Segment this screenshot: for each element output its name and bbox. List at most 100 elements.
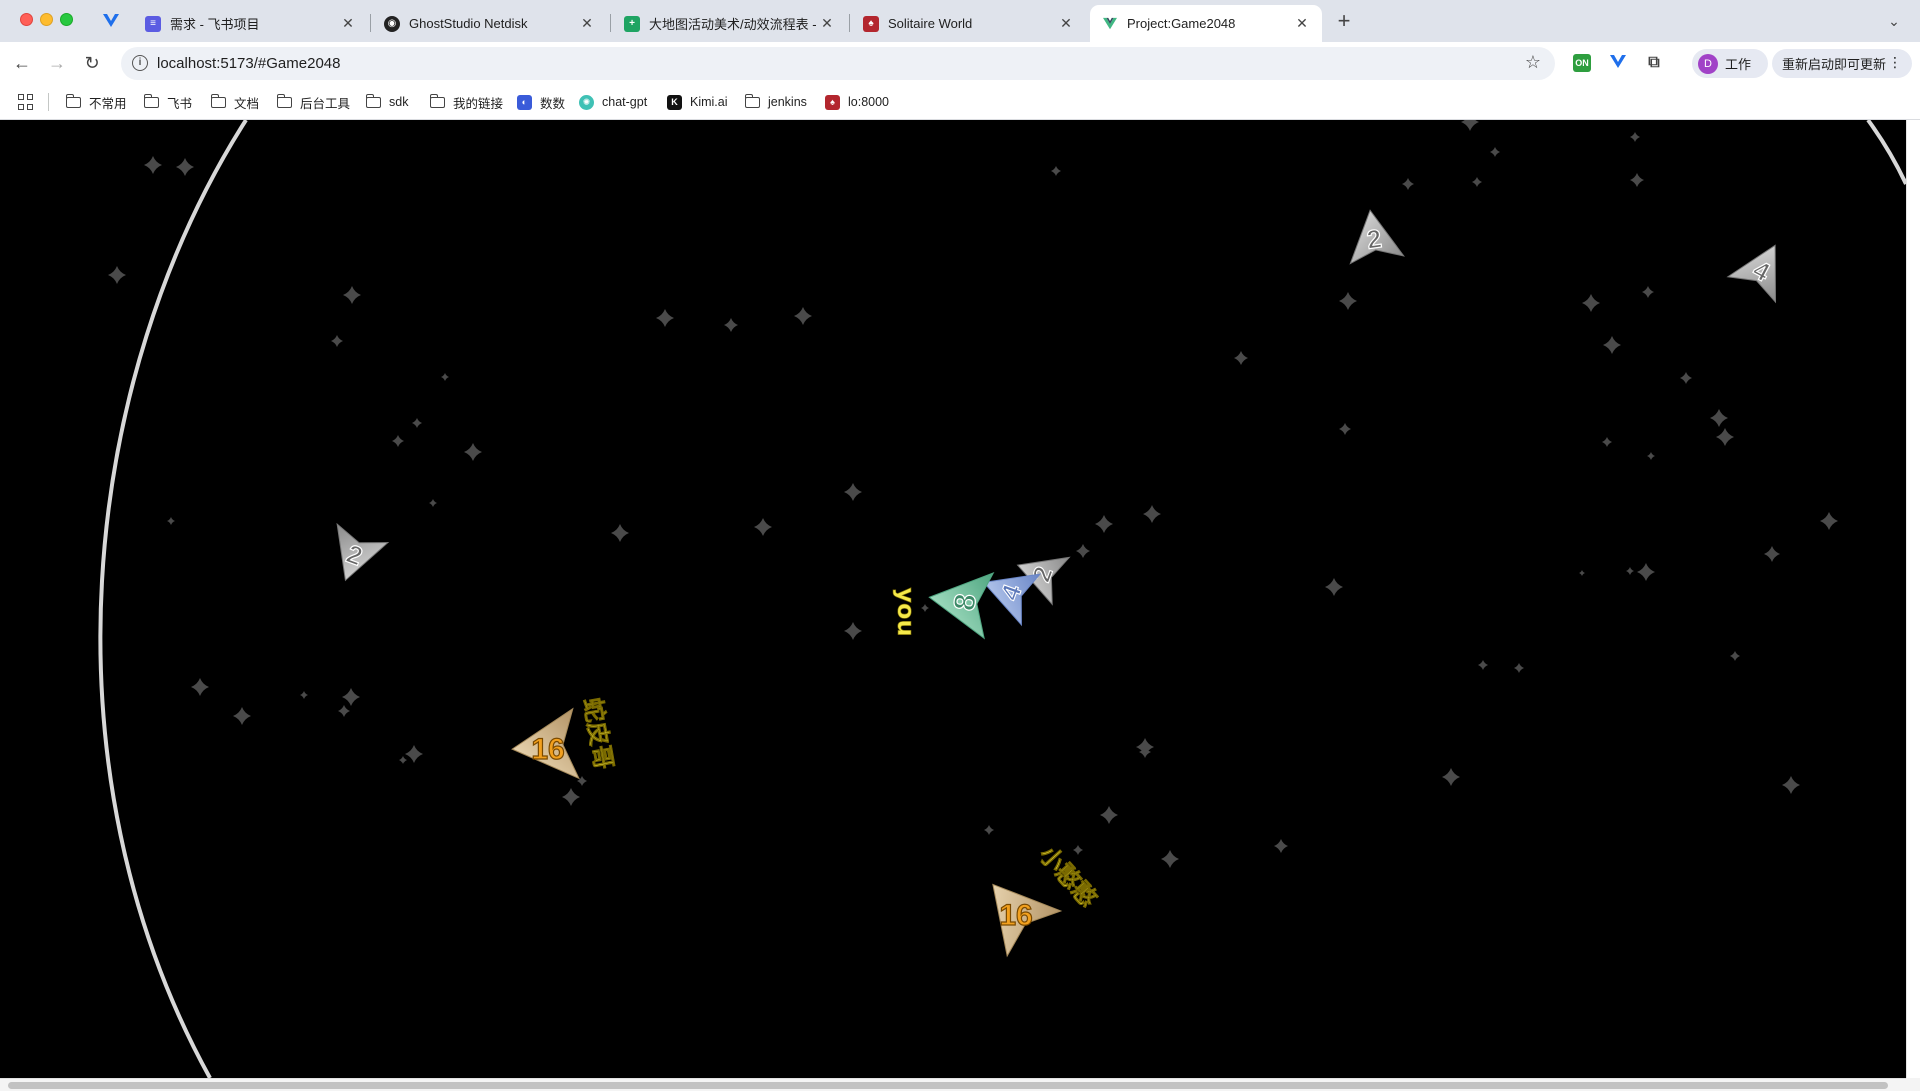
extension-vue-icon[interactable]: [1609, 54, 1627, 72]
star-sparkle: [144, 156, 162, 174]
game-canvas[interactable]: 2 4 2 2 4 8 you 16 蛇皮哥 16 小憨憨: [0, 120, 1906, 1078]
loose-piece-2: 2: [336, 522, 390, 582]
tab-title: 需求 - 飞书项目: [170, 17, 260, 32]
forward-arrow-icon[interactable]: →: [43, 49, 71, 77]
browser-toolbar: ← → ↻ i localhost:5173/#Game2048 ☆ ON ⧉ …: [0, 42, 1920, 84]
bookmark-site[interactable]: ♠ lo:8000: [825, 93, 889, 111]
star-sparkle: [1710, 409, 1728, 427]
star-sparkle: [1764, 546, 1780, 562]
bookmark-label: Kimi.ai: [690, 95, 728, 109]
maximize-window-button[interactable]: [60, 13, 73, 26]
ghost-icon: ◉: [384, 15, 400, 32]
bookmark-label: 飞书: [167, 96, 193, 111]
star-sparkle: [1076, 544, 1090, 558]
star-sparkle: [1073, 845, 1083, 855]
minimize-window-button[interactable]: [40, 13, 53, 26]
back-arrow-icon[interactable]: ←: [8, 49, 36, 77]
more-menu-icon[interactable]: ⋮: [1888, 54, 1902, 71]
tab-game2048[interactable]: Project:Game2048 ✕: [1090, 5, 1322, 42]
star-sparkle: [1582, 294, 1600, 312]
star-sparkle: [1680, 372, 1692, 384]
new-tab-button[interactable]: +: [1330, 8, 1358, 36]
star-sparkle: [1402, 178, 1414, 190]
snake-head-16: 16: [992, 883, 1063, 958]
star-sparkle: [1161, 850, 1179, 868]
close-tab-icon[interactable]: ✕: [1294, 15, 1310, 32]
extensions-puzzle-icon[interactable]: ⧉: [1645, 54, 1663, 72]
scrollbar-thumb[interactable]: [8, 1082, 1888, 1089]
star-sparkle: [611, 524, 629, 542]
shushu-icon: ◐: [517, 94, 532, 110]
tab-feishu-project[interactable]: ≡ 需求 - 飞书项目 ✕: [133, 5, 368, 42]
star-sparkle: [1602, 437, 1612, 447]
tab-search-chevron-icon[interactable]: ⌄: [1880, 8, 1908, 34]
bookmark-star-icon[interactable]: ☆: [1525, 52, 1541, 73]
player-shepige: 16 蛇皮哥: [511, 695, 618, 780]
bookmark-site[interactable]: K Kimi.ai: [667, 93, 728, 111]
bookmark-label: lo:8000: [848, 95, 890, 109]
player-name-label: you: [892, 587, 920, 636]
kimi-icon: K: [667, 94, 682, 110]
bookmark-folder[interactable]: 不常用: [65, 93, 127, 111]
star-sparkle: [1472, 177, 1482, 187]
star-sparkle: [405, 745, 423, 763]
star-sparkle: [342, 688, 360, 706]
bookmark-label: sdk: [389, 95, 409, 109]
bookmark-label: 后台工具: [300, 96, 351, 111]
close-window-button[interactable]: [20, 13, 33, 26]
bookmark-folder[interactable]: 文档: [210, 93, 259, 111]
star-sparkle: [1051, 166, 1061, 176]
tab-divider: [610, 14, 611, 32]
loose-piece-4: 4: [1726, 244, 1776, 304]
extension-on-icon[interactable]: ON: [1573, 54, 1591, 72]
close-tab-icon[interactable]: ✕: [1058, 15, 1074, 32]
vertical-scrollbar[interactable]: [1906, 120, 1920, 1078]
profile-name: 工作: [1725, 57, 1752, 72]
bookmark-folder[interactable]: jenkins: [744, 93, 807, 111]
update-button[interactable]: 重新启动即可更新 ⋮: [1772, 49, 1912, 78]
site-info-icon[interactable]: i: [132, 55, 148, 71]
close-tab-icon[interactable]: ✕: [340, 15, 356, 32]
game-scene: 2 4 2 2 4 8 you 16 蛇皮哥 16 小憨憨: [98, 120, 1906, 1078]
star-sparkle: [300, 691, 308, 699]
tab-title: 大地图活动美术/动效流程表 - G: [649, 17, 819, 32]
profile-button[interactable]: D 工作: [1692, 49, 1768, 78]
star-sparkle: [191, 678, 209, 696]
apps-grid-icon[interactable]: [18, 94, 34, 110]
bookmark-folder[interactable]: 我的链接: [429, 93, 503, 111]
star-sparkle: [331, 335, 343, 347]
folder-icon: [744, 93, 760, 108]
bookmark-site[interactable]: ◐ 数数: [517, 93, 565, 111]
chatgpt-icon: ✺: [579, 94, 594, 110]
reload-icon[interactable]: ↻: [78, 49, 106, 77]
tab-ghoststudio[interactable]: ◉ GhostStudio Netdisk ✕: [372, 5, 607, 42]
bookmark-folder[interactable]: 后台工具: [276, 93, 351, 111]
star-sparkle: [1603, 336, 1621, 354]
star-sparkle: [1630, 132, 1640, 142]
star-sparkle: [1478, 660, 1488, 670]
tab-title: Solitaire World: [888, 16, 973, 31]
star-sparkle: [1630, 173, 1644, 187]
tab-title: GhostStudio Netdisk: [409, 16, 528, 31]
bookmark-folder[interactable]: sdk: [365, 93, 409, 111]
star-sparkle: [1820, 512, 1838, 530]
player-name-label: 蛇皮哥: [578, 696, 618, 772]
solitaire-icon: ♠: [825, 94, 840, 110]
star-sparkle: [1642, 286, 1654, 298]
star-sparkle: [1100, 806, 1118, 824]
tab-sheets[interactable]: + 大地图活动美术/动效流程表 - G ✕: [612, 5, 847, 42]
url-text[interactable]: localhost:5173/#Game2048: [157, 55, 340, 72]
pinned-tab[interactable]: [94, 8, 128, 34]
star-sparkle: [844, 622, 862, 640]
star-sparkle: [1782, 776, 1800, 794]
bookmark-folder[interactable]: 飞书: [143, 93, 193, 111]
tab-strip: ≡ 需求 - 飞书项目 ✕ ◉ GhostStudio Netdisk ✕ + …: [0, 0, 1920, 42]
horizontal-scrollbar[interactable]: [0, 1078, 1906, 1091]
close-tab-icon[interactable]: ✕: [819, 15, 835, 32]
close-tab-icon[interactable]: ✕: [579, 15, 595, 32]
bookmark-site[interactable]: ✺ chat-gpt: [579, 93, 647, 111]
tab-divider: [370, 14, 371, 32]
tab-solitaire[interactable]: ♠ Solitaire World ✕: [851, 5, 1086, 42]
star-sparkle: [464, 443, 482, 461]
address-bar[interactable]: i localhost:5173/#Game2048 ☆: [121, 47, 1555, 80]
